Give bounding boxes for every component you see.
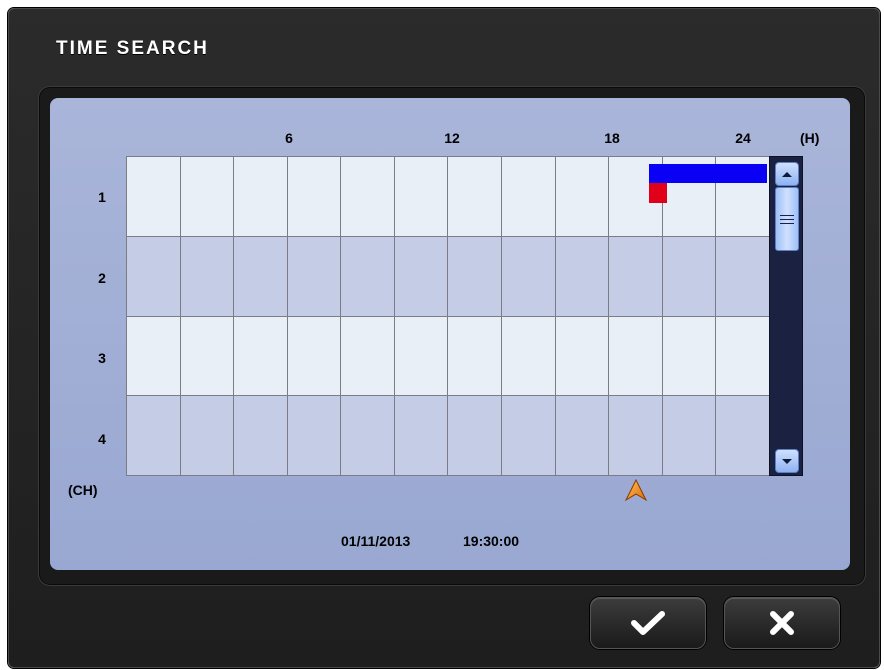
timeline-cell[interactable] xyxy=(340,235,395,317)
timeline-cell[interactable] xyxy=(393,235,449,317)
chevron-up-icon xyxy=(782,171,792,177)
channel-scrollbar[interactable] xyxy=(769,156,803,476)
channel-row-2[interactable] xyxy=(126,235,770,317)
timeline-cell[interactable] xyxy=(661,235,717,317)
timeline-cell[interactable] xyxy=(608,235,663,317)
current-time-arrow-icon[interactable] xyxy=(624,478,648,502)
timeline-cell[interactable] xyxy=(179,156,235,237)
timeline-cell[interactable] xyxy=(286,315,342,397)
selected-time: 19:30:00 xyxy=(463,533,520,549)
hour-tick-12: 12 xyxy=(444,130,460,146)
timeline-cell[interactable] xyxy=(340,395,395,476)
timeline-cell[interactable] xyxy=(393,156,449,237)
scroll-down-button[interactable] xyxy=(775,449,799,473)
cancel-button[interactable] xyxy=(724,597,840,649)
continuous-recording-bar[interactable] xyxy=(649,164,767,183)
timeline-cell[interactable] xyxy=(179,395,235,476)
timeline-cell[interactable] xyxy=(715,315,770,397)
scroll-thumb[interactable] xyxy=(775,187,799,251)
channel-row-3[interactable] xyxy=(126,315,770,397)
timeline-cell[interactable] xyxy=(126,235,181,317)
timeline-cell[interactable] xyxy=(393,315,449,397)
timeline-cell[interactable] xyxy=(447,395,503,476)
timeline-cell[interactable] xyxy=(233,235,288,317)
timeline-cell[interactable] xyxy=(501,315,556,397)
timeline-cell[interactable] xyxy=(608,395,663,476)
timeline-cell[interactable] xyxy=(340,315,395,397)
timeline-cell[interactable] xyxy=(179,315,235,397)
timeline-cell[interactable] xyxy=(715,395,770,476)
timeline-cell[interactable] xyxy=(126,156,181,237)
timeline-grid[interactable] xyxy=(126,156,770,476)
timeline-cell[interactable] xyxy=(554,395,610,476)
timeline-cell[interactable] xyxy=(233,156,288,237)
channel-row-4[interactable] xyxy=(126,395,770,476)
timeline-cell[interactable] xyxy=(393,395,449,476)
timeline-cell[interactable] xyxy=(126,315,181,397)
timeline-cell[interactable] xyxy=(554,156,610,237)
event-recording-bar[interactable] xyxy=(649,183,667,203)
timeline-cell[interactable] xyxy=(340,156,395,237)
timeline-cell[interactable] xyxy=(501,235,556,317)
hour-tick-6: 6 xyxy=(285,130,293,146)
timeline-cell[interactable] xyxy=(554,235,610,317)
channel-label-4: 4 xyxy=(98,431,106,447)
timeline-cell[interactable] xyxy=(126,395,181,476)
timeline-cell[interactable] xyxy=(233,315,288,397)
grip-icon xyxy=(780,214,794,224)
channel-unit-label: (CH) xyxy=(68,482,98,498)
scroll-up-button[interactable] xyxy=(775,162,799,186)
timeline-cell[interactable] xyxy=(286,156,342,237)
timeline-cell[interactable] xyxy=(447,235,503,317)
timeline-cell[interactable] xyxy=(179,235,235,317)
timeline-cell[interactable] xyxy=(447,156,503,237)
timeline-cell[interactable] xyxy=(501,395,556,476)
timeline-cell[interactable] xyxy=(447,315,503,397)
timeline-cell[interactable] xyxy=(554,315,610,397)
close-icon xyxy=(770,611,794,635)
chevron-down-icon xyxy=(782,458,792,464)
hour-tick-24: 24 xyxy=(735,130,751,146)
hour-unit-label: (H) xyxy=(800,130,820,146)
dialog-title: TIME SEARCH xyxy=(56,38,209,59)
channel-label-2: 2 xyxy=(98,270,106,286)
selected-date: 01/11/2013 xyxy=(341,533,411,549)
confirm-button[interactable] xyxy=(590,597,706,649)
timeline-cell[interactable] xyxy=(286,395,342,476)
timeline-cell[interactable] xyxy=(233,395,288,476)
timeline-cell[interactable] xyxy=(286,235,342,317)
hour-tick-18: 18 xyxy=(604,130,620,146)
channel-label-1: 1 xyxy=(98,189,106,205)
checkmark-icon xyxy=(631,611,665,635)
timeline-cell[interactable] xyxy=(661,395,717,476)
channel-label-3: 3 xyxy=(98,350,106,366)
timeline-cell[interactable] xyxy=(608,315,663,397)
timeline-cell[interactable] xyxy=(661,315,717,397)
timeline-cell[interactable] xyxy=(715,235,770,317)
timeline-cell[interactable] xyxy=(501,156,556,237)
